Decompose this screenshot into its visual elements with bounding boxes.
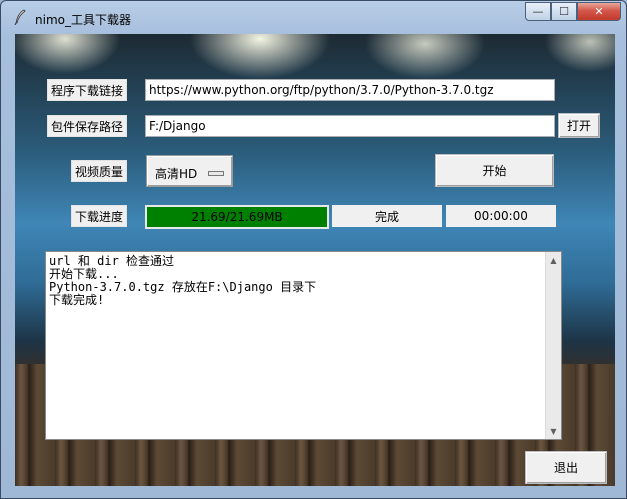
status-text: 完成 [332, 205, 442, 227]
log-scrollbar[interactable]: ▲ ▼ [545, 252, 561, 439]
quality-selected-value: 高清HD [155, 167, 198, 181]
maximize-button[interactable]: ☐ [551, 2, 577, 21]
log-line: Python-3.7.0.tgz 存放在F:\Django 目录下 [49, 280, 317, 294]
window-controls: — ☐ ✕ [525, 2, 621, 22]
path-input[interactable]: F:/Django [145, 115, 555, 137]
app-window: nimo_工具下载器 — ☐ ✕ 程序下载链接 https://www.pyth… [0, 0, 627, 499]
client-area: 程序下载链接 https://www.python.org/ftp/python… [15, 34, 615, 486]
progress-label: 下载进度 [71, 205, 127, 227]
feather-pen-icon [14, 9, 26, 25]
progress-text: 21.69/21.69MB [191, 210, 283, 224]
url-input[interactable]: https://www.python.org/ftp/python/3.7.0/… [145, 79, 555, 101]
log-line: 下载完成! [49, 293, 105, 307]
chevron-down-icon[interactable]: ▼ [546, 423, 561, 439]
quality-select[interactable]: 高清HD [146, 155, 233, 187]
elapsed-time: 00:00:00 [446, 205, 556, 227]
quality-label: 视频质量 [71, 160, 127, 182]
log-lines: url 和 dir 检查通过 开始下载... Python-3.7.0.tgz … [49, 255, 543, 307]
path-label: 包件保存路径 [47, 115, 127, 137]
url-label: 程序下载链接 [47, 79, 127, 101]
minimize-button[interactable]: — [525, 2, 551, 21]
log-line: url 和 dir 检查通过 [49, 254, 175, 268]
progress-bar: 21.69/21.69MB [145, 205, 329, 229]
title-bar[interactable]: nimo_工具下载器 — ☐ ✕ [1, 1, 627, 34]
close-button[interactable]: ✕ [577, 2, 621, 21]
dropdown-indicator-icon [208, 171, 224, 176]
log-textbox[interactable]: url 和 dir 检查通过 开始下载... Python-3.7.0.tgz … [45, 251, 562, 440]
start-button[interactable]: 开始 [435, 154, 554, 187]
chevron-up-icon[interactable]: ▲ [546, 252, 561, 268]
window-title: nimo_工具下载器 [35, 13, 131, 27]
exit-button[interactable]: 退出 [525, 451, 607, 484]
open-button[interactable]: 打开 [558, 113, 600, 138]
